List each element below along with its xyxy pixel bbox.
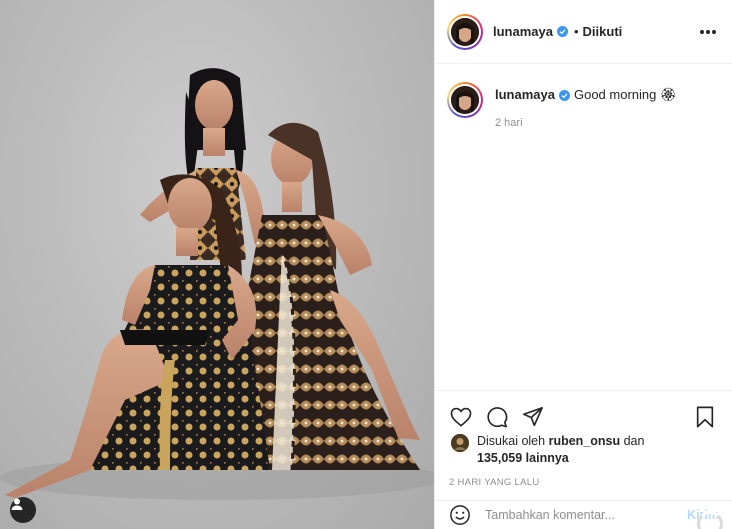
liker-avatar[interactable]: [451, 434, 469, 452]
verified-badge-icon: [556, 26, 568, 37]
follow-status-button[interactable]: Diikuti: [583, 24, 623, 39]
caption-avatar[interactable]: [447, 82, 483, 118]
save-button[interactable]: [693, 405, 717, 429]
user-silhouette-icon: [11, 498, 23, 510]
more-dots-icon: [700, 29, 704, 34]
caption-username[interactable]: lunamaya: [495, 86, 555, 104]
post-actions-area: Disukai oleh ruben_onsu dan 135,059 lain…: [435, 390, 732, 488]
share-button[interactable]: [521, 405, 545, 429]
more-options-button[interactable]: [700, 29, 716, 34]
post-image-illustration: [0, 68, 434, 500]
header-username[interactable]: lunamaya: [493, 24, 553, 39]
loading-spinner-icon: [697, 511, 723, 529]
header-separator: •: [573, 24, 579, 39]
caption-text: Good morning 🏵: [573, 87, 677, 102]
likes-suffix[interactable]: lainnya: [526, 451, 569, 465]
comment-bubble-icon: [487, 407, 508, 428]
avatar-photo: [451, 86, 479, 114]
bookmark-icon: [696, 406, 714, 428]
avatar[interactable]: [447, 13, 483, 50]
post-photo[interactable]: [0, 0, 434, 529]
comment-button[interactable]: [485, 405, 509, 429]
smiley-icon: [450, 505, 470, 525]
post-date[interactable]: 2 HARI YANG LALU: [435, 467, 732, 488]
post-header: lunamaya • Diikuti: [435, 0, 732, 64]
liker-username[interactable]: ruben_onsu: [549, 434, 621, 448]
avatar-photo: [451, 17, 479, 46]
likes-and: dan: [623, 434, 645, 448]
post-side-panel: lunamaya • Diikuti lunamaya Good morning…: [434, 0, 732, 529]
paper-plane-icon: [523, 407, 543, 427]
likes-prefix: Disukai oleh: [477, 434, 546, 448]
comment-input[interactable]: [485, 508, 665, 522]
verified-badge-icon: [558, 89, 570, 101]
heart-icon: [450, 407, 472, 427]
caption: lunamaya Good morning 🏵 2 hari: [447, 80, 716, 132]
emoji-button[interactable]: [449, 504, 471, 526]
like-button[interactable]: [449, 405, 473, 429]
likes-count[interactable]: 135,059: [477, 451, 522, 465]
likes-summary: Disukai oleh ruben_onsu dan 135,059 lain…: [435, 433, 732, 467]
comments-section: lunamaya Good morning 🏵 2 hari: [435, 64, 732, 390]
user-tag-button[interactable]: [10, 497, 36, 523]
action-bar: [435, 391, 732, 433]
caption-timestamp[interactable]: 2 hari: [495, 114, 676, 132]
add-comment-bar: Kirim: [435, 500, 732, 529]
